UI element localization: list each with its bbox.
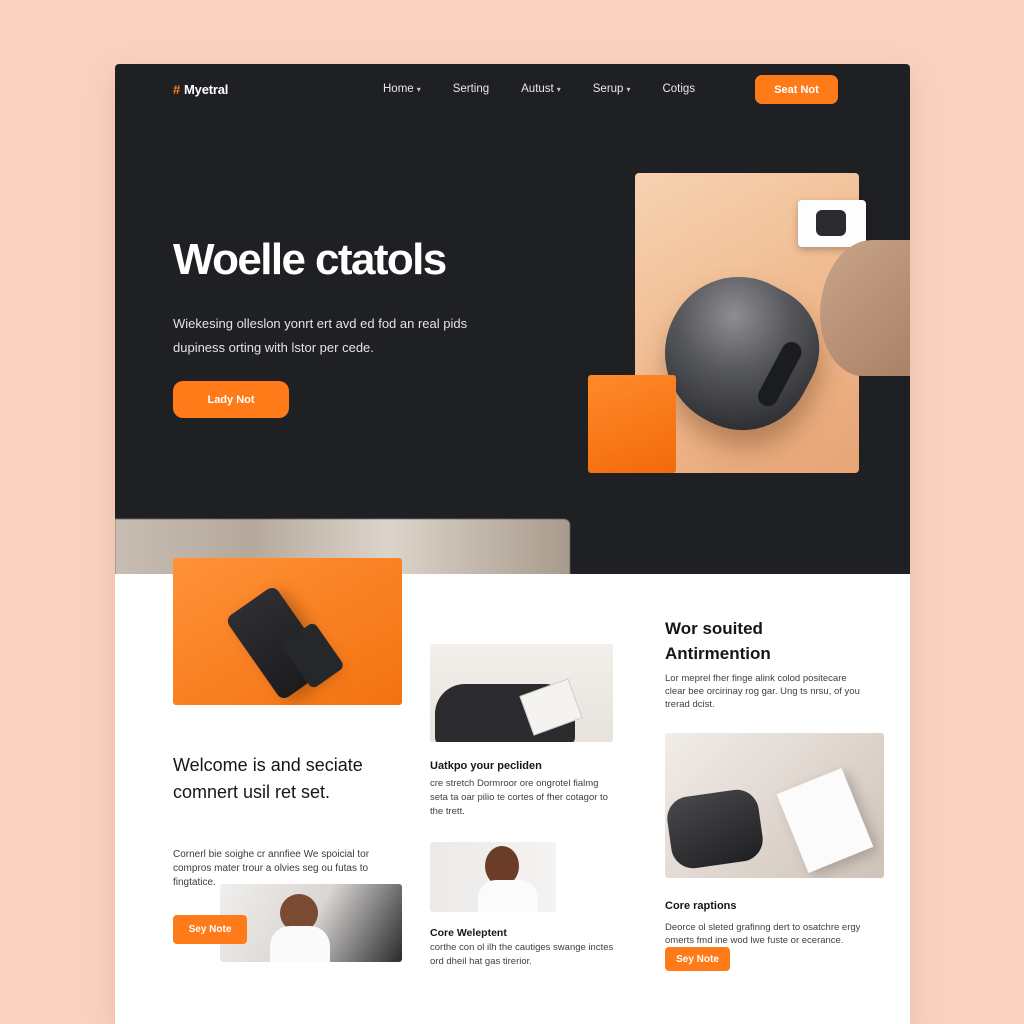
right-cta-button[interactable]: Sey Note	[665, 947, 730, 971]
right-title: Wor souited Antirmention	[665, 619, 771, 663]
content-section: Welcome is and seciate comnert usil ret …	[115, 558, 910, 1024]
main-nav: Home ▾ Serting Autust ▾ Serup ▾ Cotigs	[383, 83, 727, 95]
right-subtext: Deorce ol sleted grafinng dert to osatch…	[665, 922, 861, 946]
nav-label: Serup	[592, 83, 624, 95]
nav-label: Serting	[452, 83, 490, 95]
card1-text: cre stretch Dormroor ore ongrotel fialmg…	[430, 778, 608, 817]
nav-item-autust[interactable]: Autust ▾	[521, 83, 561, 95]
strap-product-image	[173, 558, 402, 705]
hero-cta-button[interactable]: Lady Not	[173, 381, 289, 418]
right-text: Lor meprel fher finge alink colod posite…	[665, 673, 860, 710]
hero-section: # Myetral Home ▾ Serting Autust ▾ Serup …	[115, 64, 910, 577]
device-with-book-photo	[665, 733, 884, 878]
nav-item-serting[interactable]: Serting	[453, 83, 489, 95]
page-frame: # Myetral Home ▾ Serting Autust ▾ Serup …	[115, 64, 910, 1024]
hero-subtitle: Wiekesing olleslon yonrt ert avd ed fod …	[173, 316, 468, 355]
card1-title: Uatkpo your pecliden	[430, 760, 542, 772]
logo[interactable]: # Myetral	[173, 82, 228, 97]
nav-item-home[interactable]: Home ▾	[383, 83, 421, 95]
chevron-down-icon: ▾	[416, 84, 421, 94]
card2-title: Core Weleptent	[430, 927, 507, 939]
card1-title-text: Uatkpo your pecliden	[430, 760, 542, 772]
nav-label: Home	[383, 83, 414, 95]
right-subtitle: Core raptions	[665, 900, 737, 912]
chevron-down-icon: ▾	[626, 84, 631, 94]
left-cta-button[interactable]: Sey Note	[173, 915, 247, 944]
nav-item-serup[interactable]: Serup ▾	[593, 83, 631, 95]
bag-photo	[430, 644, 613, 742]
chevron-down-icon: ▾	[556, 84, 561, 94]
card2-heading: Core Weleptent	[430, 927, 507, 939]
nav-label: Cotigs	[662, 83, 696, 95]
nav-item-cotigs[interactable]: Cotigs	[662, 83, 695, 95]
orange-accent-block	[588, 375, 676, 473]
logo-icon: #	[173, 82, 181, 97]
hero-title: Woelle ctatols	[173, 235, 447, 284]
logo-text: Myetral	[184, 82, 229, 97]
nav-label: Autust	[521, 83, 554, 95]
card2-text: corthe con ol ilh the cautiges swange in…	[430, 942, 614, 967]
woman-in-chair-photo	[220, 884, 402, 962]
device-thumbnail	[798, 200, 866, 247]
header-cta-button[interactable]: Seat Not	[755, 75, 838, 104]
welcome-title: Welcome is and seciate comnert usil ret …	[173, 755, 363, 802]
woman-photo	[430, 842, 556, 912]
